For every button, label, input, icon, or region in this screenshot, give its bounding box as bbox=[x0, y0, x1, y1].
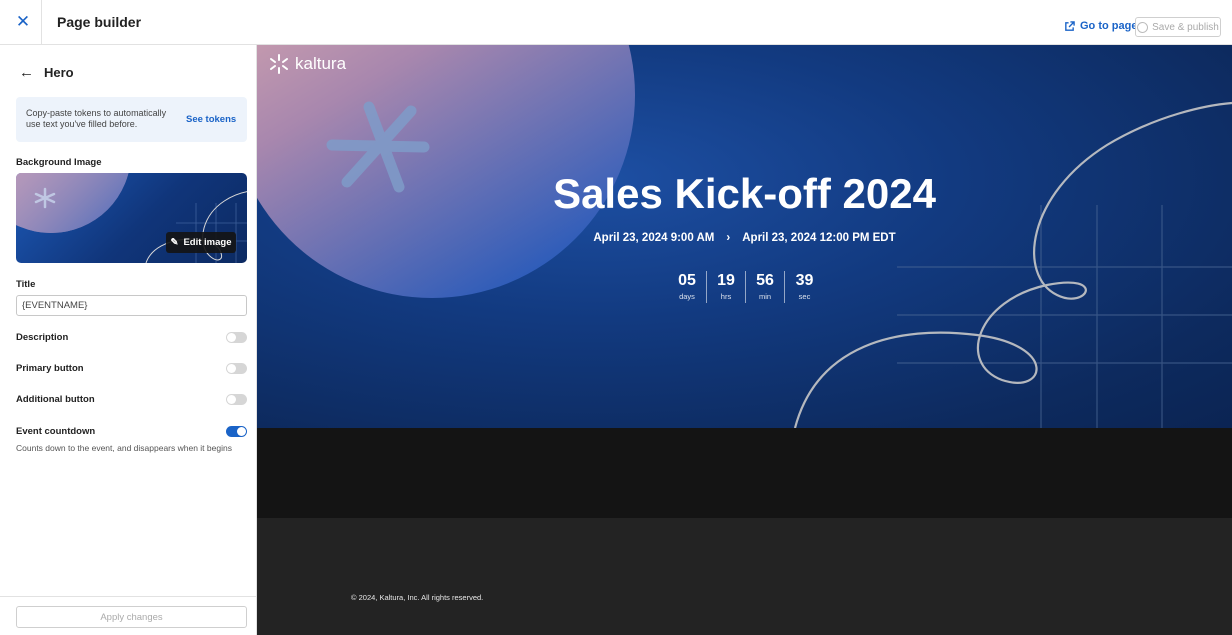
sidebar-footer-divider bbox=[0, 596, 257, 597]
event-countdown: 05 days 19 hrs 56 min 39 sec bbox=[668, 271, 824, 303]
section-title: Hero bbox=[44, 65, 74, 80]
countdown-hours: 19 hrs bbox=[707, 271, 746, 303]
countdown-unit: sec bbox=[798, 292, 811, 301]
additional-button-toggle-row: Additional button bbox=[16, 393, 247, 407]
kaltura-logo-icon bbox=[270, 54, 288, 74]
title-input[interactable] bbox=[16, 295, 247, 316]
countdown-unit: min bbox=[758, 292, 772, 301]
countdown-unit: days bbox=[679, 292, 695, 301]
date-separator: › bbox=[726, 232, 731, 244]
go-to-page-link[interactable]: Go to page bbox=[1064, 20, 1137, 32]
content-section bbox=[257, 428, 1232, 518]
save-publish-button[interactable]: Save & publish bbox=[1135, 17, 1221, 37]
toggle-knob bbox=[227, 333, 236, 342]
countdown-value: 19 bbox=[717, 272, 735, 289]
additional-button-toggle[interactable] bbox=[226, 394, 247, 405]
event-countdown-label: Event countdown bbox=[16, 426, 96, 437]
countdown-value: 05 bbox=[678, 272, 696, 289]
event-end: April 23, 2024 12:00 PM EDT bbox=[742, 232, 896, 244]
countdown-value: 56 bbox=[756, 272, 774, 289]
kaltura-logo-text: kaltura bbox=[295, 54, 347, 73]
background-image-thumbnail: ✎ Edit image bbox=[16, 173, 247, 263]
page-title: Page builder bbox=[57, 14, 142, 30]
event-countdown-toggle-row: Event countdown bbox=[16, 425, 247, 439]
primary-button-toggle[interactable] bbox=[226, 363, 247, 374]
countdown-minutes: 56 min bbox=[746, 271, 785, 303]
copyright-text: © 2024, Kaltura, Inc. All rights reserve… bbox=[351, 593, 484, 602]
hero-section: kaltura Sales Kick-off 2024 April 23, 20… bbox=[257, 45, 1232, 428]
countdown-value: 39 bbox=[795, 272, 814, 289]
event-start: April 23, 2024 9:00 AM bbox=[593, 232, 715, 244]
edit-image-button[interactable]: ✎ Edit image bbox=[166, 232, 236, 253]
back-arrow-icon: ← bbox=[19, 64, 34, 81]
top-bar: ✕ Page builder Go to page Save & publish bbox=[0, 0, 1232, 45]
external-link-icon bbox=[1065, 20, 1075, 31]
edit-image-label: Edit image bbox=[183, 237, 232, 248]
primary-button-label: Primary button bbox=[16, 363, 84, 374]
toggle-knob bbox=[227, 395, 236, 404]
background-image-label: Background Image bbox=[16, 157, 102, 168]
page-footer: © 2024, Kaltura, Inc. All rights reserve… bbox=[257, 518, 1232, 635]
tokens-hint-box: Copy-paste tokens to automatically use t… bbox=[16, 97, 247, 142]
countdown-seconds: 39 sec bbox=[785, 271, 824, 303]
countdown-unit: hrs bbox=[720, 292, 732, 301]
tokens-hint-text: Copy-paste tokens to automatically use t… bbox=[26, 108, 167, 129]
see-tokens-link[interactable]: See tokens bbox=[186, 114, 236, 125]
pencil-icon: ✎ bbox=[170, 237, 179, 248]
countdown-days: 05 days bbox=[668, 271, 707, 303]
toggle-knob bbox=[227, 364, 236, 373]
divider bbox=[41, 0, 42, 45]
event-title: Sales Kick-off 2024 bbox=[553, 170, 936, 217]
save-publish-label: Save & publish bbox=[1152, 21, 1219, 33]
event-countdown-toggle[interactable] bbox=[226, 426, 247, 437]
apply-changes-button[interactable]: Apply changes bbox=[16, 606, 247, 628]
sidebar: ← Hero Copy-paste tokens to automaticall… bbox=[0, 45, 257, 635]
event-dates: April 23, 2024 9:00 AM › April 23, 2024 … bbox=[257, 232, 1232, 244]
page-preview: kaltura Sales Kick-off 2024 April 23, 20… bbox=[257, 45, 1232, 635]
globe-icon bbox=[1137, 21, 1149, 33]
back-button[interactable]: ← Hero bbox=[19, 64, 74, 81]
kaltura-logo: kaltura bbox=[269, 54, 346, 74]
primary-button-toggle-row: Primary button bbox=[16, 362, 247, 376]
description-label: Description bbox=[16, 332, 69, 343]
description-toggle[interactable] bbox=[226, 332, 247, 343]
additional-button-label: Additional button bbox=[16, 394, 95, 405]
description-toggle-row: Description bbox=[16, 331, 247, 345]
toggle-knob bbox=[237, 427, 246, 436]
close-icon[interactable]: ✕ bbox=[14, 13, 32, 31]
go-to-page-label: Go to page bbox=[1080, 20, 1138, 32]
title-label: Title bbox=[16, 279, 36, 290]
countdown-helper-text: Counts down to the event, and disappears… bbox=[16, 443, 232, 453]
